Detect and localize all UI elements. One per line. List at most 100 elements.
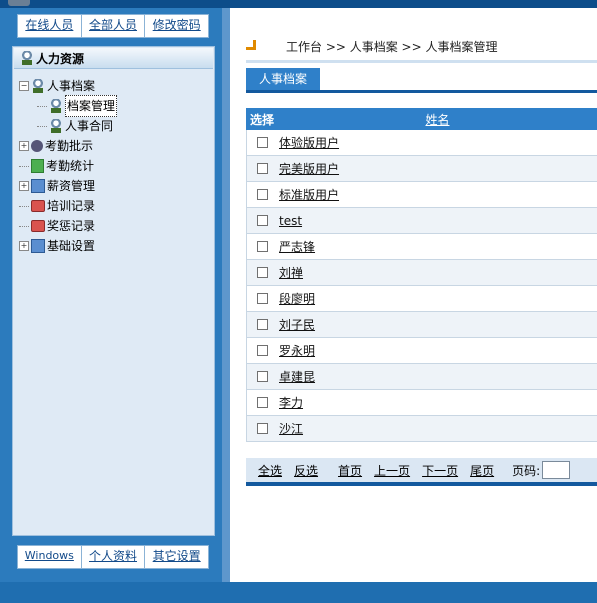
tree-item-label[interactable]: 奖惩记录 (47, 216, 95, 236)
employee-name-link[interactable]: 标准版用户 (279, 186, 339, 203)
bottom-links: Windows 个人资料 其它设置 (17, 545, 209, 569)
row-checkbox[interactable] (257, 189, 268, 200)
tree-item-label[interactable]: 档案管理 (65, 95, 118, 117)
bottom-bar (0, 582, 597, 603)
prev-page-button[interactable]: 上一页 (374, 462, 410, 479)
person-icon (49, 99, 63, 113)
top-bar (0, 0, 597, 8)
row-checkbox[interactable] (257, 319, 268, 330)
employee-name-link[interactable]: 罗永明 (279, 342, 315, 359)
employee-name-link[interactable]: 体验版用户 (279, 134, 339, 151)
online-users-link[interactable]: 在线人员 (18, 15, 82, 37)
row-checkbox[interactable] (257, 137, 268, 148)
select-column-header: 选择 (250, 112, 275, 127)
nav-tree: 人力资源 − 人事档案 档案管理 人事合同 + 考勤批示 考勤统计 + 薪资管理… (12, 46, 215, 536)
page-number-input[interactable] (542, 461, 571, 479)
left-panel: 在线人员 全部人员 修改密码 人力资源 − 人事档案 档案管理 人事合同 + 考… (0, 8, 222, 582)
tree-item-label[interactable]: 考勤批示 (45, 136, 93, 156)
table-row[interactable]: 李力 (246, 390, 597, 416)
tree-item-settings[interactable]: + 基础设置 (19, 236, 214, 256)
expand-icon[interactable]: + (19, 141, 29, 151)
employee-name-link[interactable]: 卓建昆 (279, 368, 315, 385)
tree-item-label[interactable]: 培训记录 (47, 196, 95, 216)
row-checkbox[interactable] (257, 163, 268, 174)
table-row[interactable]: 段廖明 (246, 286, 597, 312)
employee-name-link[interactable]: 严志锋 (279, 238, 315, 255)
profile-link[interactable]: 个人资料 (82, 546, 146, 568)
tree-item-personnel-records[interactable]: − 人事档案 (19, 76, 214, 96)
rewards-icon (31, 220, 45, 232)
employee-name-link[interactable]: 沙江 (279, 420, 303, 437)
row-checkbox[interactable] (257, 293, 268, 304)
table-row[interactable]: test (246, 208, 597, 234)
stats-icon (31, 159, 44, 173)
row-checkbox[interactable] (257, 241, 268, 252)
other-settings-link[interactable]: 其它设置 (145, 546, 208, 568)
table-row[interactable]: 体验版用户 (246, 130, 597, 156)
last-page-button[interactable]: 尾页 (470, 462, 494, 479)
settings-icon (31, 239, 45, 253)
employee-name-link[interactable]: 刘子民 (279, 316, 315, 333)
panel-splitter[interactable] (222, 8, 230, 582)
records-table: 选择 姓名 体验版用户完美版用户标准版用户 test 严志锋刘禅段廖明刘子民罗永明卓… (246, 108, 597, 442)
first-page-button[interactable]: 首页 (338, 462, 362, 479)
table-row[interactable]: 完美版用户 (246, 156, 597, 182)
row-checkbox[interactable] (257, 345, 268, 356)
next-page-button[interactable]: 下一页 (422, 462, 458, 479)
all-users-link[interactable]: 全部人员 (82, 15, 146, 37)
tree-item-label[interactable]: 薪资管理 (47, 176, 95, 196)
top-links: 在线人员 全部人员 修改密码 (17, 14, 209, 38)
table-row[interactable]: 标准版用户 (246, 182, 597, 208)
training-icon (31, 200, 45, 212)
employee-name-link[interactable]: 李力 (279, 394, 303, 411)
row-checkbox[interactable] (257, 267, 268, 278)
page-label: 页码: (512, 463, 541, 478)
row-checkbox[interactable] (257, 215, 268, 226)
person-icon (49, 119, 63, 133)
tree-item-contract[interactable]: 人事合同 (19, 116, 214, 136)
tree-connector (19, 165, 29, 167)
tab-personnel-records[interactable]: 人事档案 (246, 68, 322, 90)
tree-item-attendance-approval[interactable]: + 考勤批示 (19, 136, 214, 156)
expand-icon[interactable]: + (19, 241, 29, 251)
tree-connector (19, 205, 29, 207)
change-password-link[interactable]: 修改密码 (145, 15, 208, 37)
employee-name-link[interactable]: test (279, 214, 302, 228)
table-row[interactable]: 卓建昆 (246, 364, 597, 390)
main-content: 工作台 >> 人事档案 >> 人事档案管理 人事档案 选择 姓名 体验版用户完美… (230, 8, 597, 582)
tree-item-label[interactable]: 考勤统计 (46, 156, 94, 176)
table-row[interactable]: 罗永明 (246, 338, 597, 364)
table-row[interactable]: 刘子民 (246, 312, 597, 338)
person-icon (31, 79, 45, 93)
tree-item-label[interactable]: 基础设置 (47, 236, 95, 256)
employee-name-link[interactable]: 段廖明 (279, 290, 315, 307)
app-logo-icon (8, 0, 30, 6)
row-checkbox[interactable] (257, 397, 268, 408)
arrow-icon (246, 40, 258, 52)
table-row[interactable]: 沙江 (246, 416, 597, 442)
table-row[interactable]: 严志锋 (246, 234, 597, 260)
tree-connector (37, 105, 47, 107)
payroll-icon (31, 179, 45, 193)
row-checkbox[interactable] (257, 423, 268, 434)
breadcrumb-text: 工作台 >> 人事档案 >> 人事档案管理 (286, 39, 498, 54)
expand-icon[interactable]: + (19, 181, 29, 191)
name-column-header[interactable]: 姓名 (425, 113, 449, 127)
tree-item-training[interactable]: 培训记录 (19, 196, 214, 216)
employee-name-link[interactable]: 完美版用户 (279, 160, 339, 177)
row-checkbox[interactable] (257, 371, 268, 382)
tree-item-payroll[interactable]: + 薪资管理 (19, 176, 214, 196)
tree-title: 人力资源 (36, 51, 85, 66)
employee-name-link[interactable]: 刘禅 (279, 264, 303, 281)
invert-selection-button[interactable]: 反选 (294, 462, 318, 479)
breadcrumb: 工作台 >> 人事档案 >> 人事档案管理 (246, 36, 497, 56)
tree-item-attendance-stats[interactable]: 考勤统计 (19, 156, 214, 176)
tree-item-label[interactable]: 人事合同 (65, 116, 113, 136)
select-all-button[interactable]: 全选 (258, 462, 282, 479)
windows-link[interactable]: Windows (18, 546, 82, 568)
collapse-icon[interactable]: − (19, 81, 29, 91)
tree-item-rewards[interactable]: 奖惩记录 (19, 216, 214, 236)
tree-item-records-management[interactable]: 档案管理 (19, 95, 214, 117)
table-row[interactable]: 刘禅 (246, 260, 597, 286)
tree-item-label[interactable]: 人事档案 (47, 76, 95, 96)
